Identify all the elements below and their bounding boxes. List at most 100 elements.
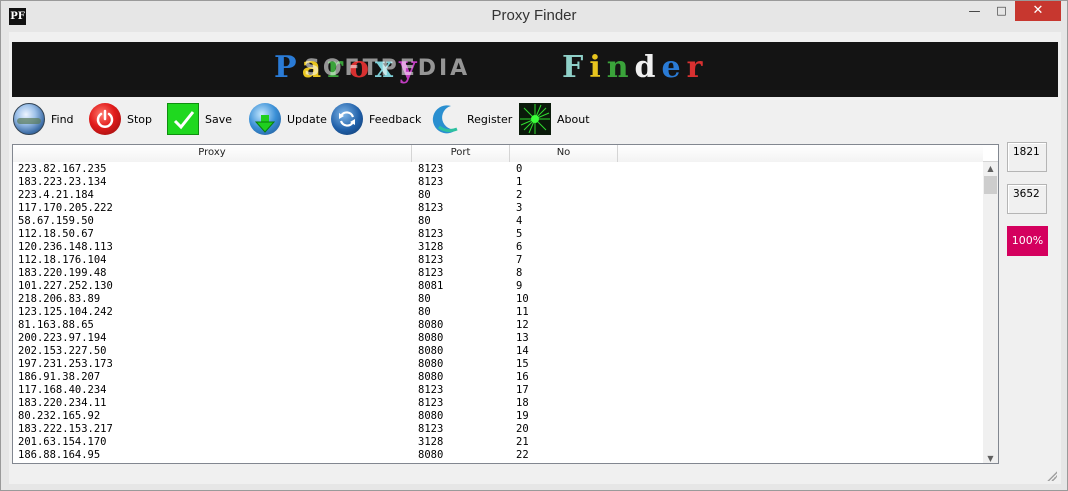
cell-port: 8080 xyxy=(418,319,444,331)
cell-port: 8123 xyxy=(418,163,444,175)
cell-port: 8123 xyxy=(418,423,444,435)
cell-port: 8123 xyxy=(418,254,444,266)
maximize-button[interactable]: □ xyxy=(988,1,1015,21)
list-row[interactable]: 186.91.38.207 8080 16 xyxy=(13,371,983,384)
list-row[interactable]: 183.223.23.134 8123 1 xyxy=(13,176,983,189)
column-header-port[interactable]: Port xyxy=(412,145,510,162)
vertical-scrollbar[interactable]: ▲ ▼ xyxy=(983,162,998,463)
cell-port: 8081 xyxy=(418,280,444,292)
cell-no: 10 xyxy=(516,293,529,305)
cell-no: 1 xyxy=(516,176,523,188)
window-title: Proxy Finder xyxy=(491,7,577,24)
list-row[interactable]: 201.63.154.170 3128 21 xyxy=(13,436,983,449)
cell-no: 12 xyxy=(516,319,529,331)
cell-port: 8080 xyxy=(418,449,444,461)
cell-port: 8123 xyxy=(418,228,444,240)
banner-right-word: Finder xyxy=(562,50,708,85)
cell-no: 0 xyxy=(516,163,523,175)
globe-icon xyxy=(13,103,45,135)
list-row[interactable]: 186.88.164.95 8080 22 xyxy=(13,449,983,462)
cell-no: 18 xyxy=(516,397,529,409)
cell-proxy: 112.18.176.104 xyxy=(18,254,107,266)
cell-port: 3128 xyxy=(418,436,444,448)
cell-proxy: 183.220.234.11 xyxy=(18,397,107,409)
list-row[interactable]: 117.170.205.222 8123 3 xyxy=(13,202,983,215)
banner-letter: P xyxy=(274,50,302,85)
cell-proxy: 117.170.205.222 xyxy=(18,202,113,214)
cell-no: 21 xyxy=(516,436,529,448)
list-body: 223.82.167.235 8123 0 183.223.23.134 8123 1 22… xyxy=(13,163,983,463)
register-button[interactable]: Register xyxy=(429,101,512,137)
cell-proxy: 117.168.40.234 xyxy=(18,384,107,396)
list-row[interactable]: 223.4.21.184 80 2 xyxy=(13,189,983,202)
stop-button[interactable]: Stop xyxy=(89,101,152,137)
resize-grip[interactable] xyxy=(1047,471,1057,481)
cell-no: 22 xyxy=(516,449,529,461)
cell-no: 16 xyxy=(516,371,529,383)
proxy-list[interactable]: Proxy Port No 223.82.167.235 8123 0 183.223… xyxy=(12,144,999,464)
cell-proxy: 80.232.165.92 xyxy=(18,410,101,422)
found-counter: 1821 xyxy=(1007,142,1047,172)
cell-no: 5 xyxy=(516,228,523,240)
list-row[interactable]: 81.163.88.65 8080 12 xyxy=(13,319,983,332)
scroll-up-arrow[interactable]: ▲ xyxy=(983,162,998,175)
title-bar[interactable]: PF Proxy Finder — □ ✕ xyxy=(1,1,1067,31)
update-button[interactable]: Update xyxy=(249,101,327,137)
list-row[interactable]: 183.222.153.217 8123 20 xyxy=(13,423,983,436)
cell-proxy: 81.163.88.65 xyxy=(18,319,94,331)
list-row[interactable]: 101.227.252.130 8081 9 xyxy=(13,280,983,293)
column-header-proxy[interactable]: Proxy xyxy=(13,145,412,162)
cell-no: 4 xyxy=(516,215,523,227)
close-button[interactable]: ✕ xyxy=(1015,1,1061,21)
cell-no: 20 xyxy=(516,423,529,435)
cell-no: 8 xyxy=(516,267,523,279)
cell-proxy: 183.222.153.217 xyxy=(18,423,113,435)
banner-letter: n xyxy=(606,50,635,85)
cell-no: 11 xyxy=(516,306,529,318)
cell-proxy: 186.91.38.207 xyxy=(18,371,101,383)
list-row[interactable]: 112.18.176.104 8123 7 xyxy=(13,254,983,267)
cell-port: 8123 xyxy=(418,397,444,409)
power-icon xyxy=(89,103,121,135)
list-row[interactable]: 120.236.148.113 3128 6 xyxy=(13,241,983,254)
scrollbar-thumb[interactable] xyxy=(984,176,997,194)
cell-proxy: 120.236.148.113 xyxy=(18,241,113,253)
progress-indicator: 100% xyxy=(1007,226,1048,256)
list-row[interactable]: 218.206.83.89 80 10 xyxy=(13,293,983,306)
list-row[interactable]: 183.220.234.11 8123 18 xyxy=(13,397,983,410)
column-header-filler xyxy=(618,145,983,162)
column-header-no[interactable]: No xyxy=(510,145,618,162)
register-label: Register xyxy=(467,112,513,126)
scroll-down-arrow[interactable]: ▼ xyxy=(983,452,998,463)
minimize-button[interactable]: — xyxy=(961,1,988,21)
list-row[interactable]: 123.125.104.242 80 11 xyxy=(13,306,983,319)
update-label: Update xyxy=(287,112,327,126)
list-row[interactable]: 183.220.199.48 8123 8 xyxy=(13,267,983,280)
cell-proxy: 201.63.154.170 xyxy=(18,436,107,448)
list-row[interactable]: 223.82.167.235 8123 0 xyxy=(13,163,983,176)
list-row[interactable]: 200.223.97.194 8080 13 xyxy=(13,332,983,345)
cell-no: 14 xyxy=(516,345,529,357)
list-row[interactable]: 117.168.40.234 8123 17 xyxy=(13,384,983,397)
download-globe-icon xyxy=(249,103,281,135)
find-button[interactable]: Find xyxy=(13,101,74,137)
cell-no: 3 xyxy=(516,202,523,214)
save-button[interactable]: Save xyxy=(167,101,232,137)
about-button[interactable]: About xyxy=(519,101,590,137)
feedback-button[interactable]: Feedback xyxy=(331,101,421,137)
cell-port: 8080 xyxy=(418,371,444,383)
cell-port: 8123 xyxy=(418,202,444,214)
list-row[interactable]: 112.18.50.67 8123 5 xyxy=(13,228,983,241)
cell-port: 8080 xyxy=(418,332,444,344)
list-row[interactable]: 197.231.253.173 8080 15 xyxy=(13,358,983,371)
banner-letter: i xyxy=(589,50,607,85)
list-row[interactable]: 202.153.227.50 8080 14 xyxy=(13,345,983,358)
cell-no: 9 xyxy=(516,280,523,292)
cell-port: 8123 xyxy=(418,384,444,396)
cell-proxy: 223.4.21.184 xyxy=(18,189,94,201)
list-header: Proxy Port No xyxy=(13,145,998,162)
list-row[interactable]: 80.232.165.92 8080 19 xyxy=(13,410,983,423)
cell-no: 15 xyxy=(516,358,529,370)
list-row[interactable]: 58.67.159.50 80 4 xyxy=(13,215,983,228)
banner-watermark: SOFTPEDIA xyxy=(304,56,471,81)
